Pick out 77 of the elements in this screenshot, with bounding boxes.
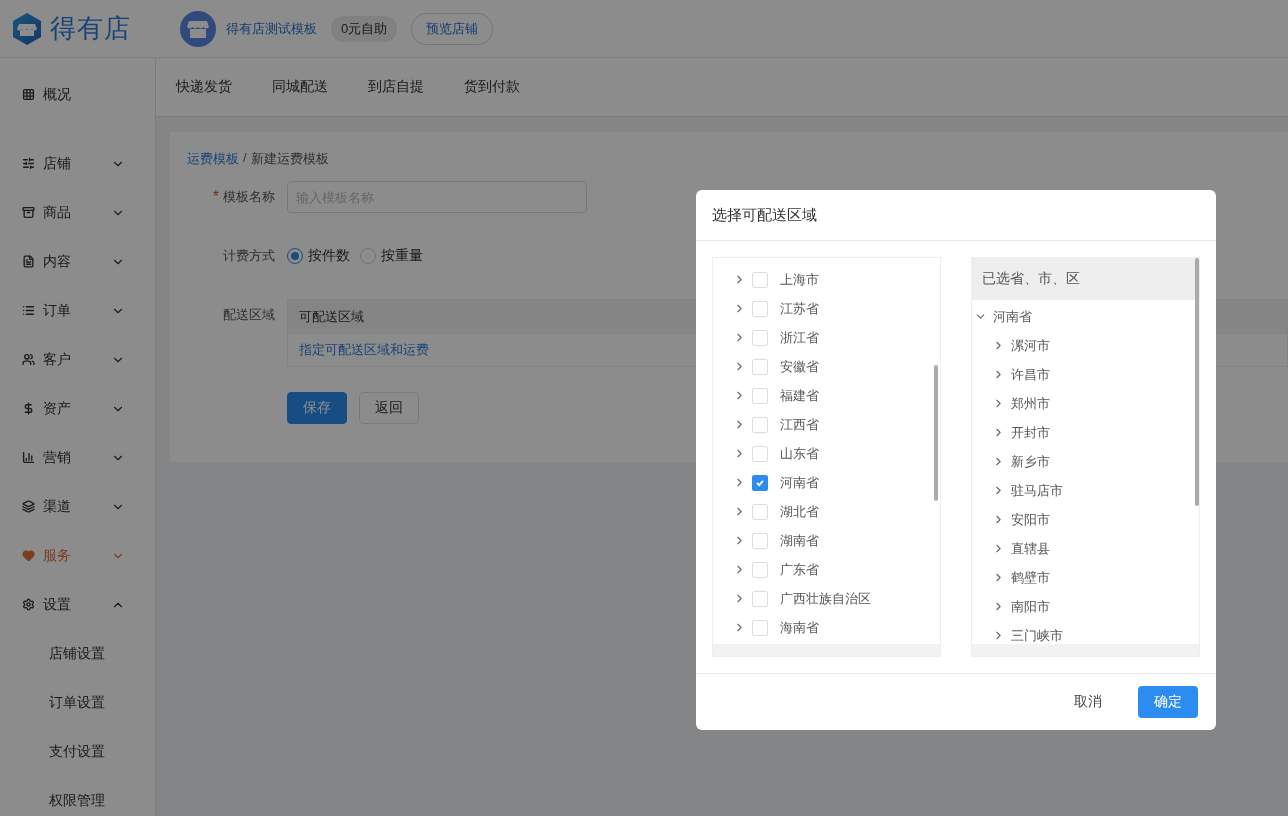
tree-node[interactable]: 漯河市 <box>972 331 1199 360</box>
brand-name: 得有店 <box>50 12 131 45</box>
store-icon <box>187 18 209 39</box>
dollar-icon <box>22 402 35 415</box>
cancel-button[interactable]: 取消 <box>1058 686 1118 718</box>
radio-option[interactable]: 按件数 <box>287 240 350 272</box>
tree-node[interactable]: 鹤壁市 <box>972 563 1199 592</box>
scrollbar-thumb[interactable] <box>934 365 938 501</box>
plan-badge: 0元自助 <box>331 15 398 42</box>
tree-node[interactable]: 开封市 <box>972 418 1199 447</box>
region-item[interactable]: 上海市 <box>713 265 940 294</box>
sidebar-item[interactable]: 内容 <box>0 237 155 286</box>
sidebar-item[interactable]: 订单 <box>0 286 155 335</box>
dialog-title: 选择可配送区域 <box>696 190 1216 241</box>
checkmark-icon <box>755 477 765 488</box>
confirm-button[interactable]: 确定 <box>1138 686 1198 718</box>
bar-chart-icon <box>22 451 35 464</box>
field-label: 计费方式 <box>222 247 276 265</box>
sidebar-item[interactable]: 概况 <box>0 70 155 119</box>
region-item[interactable]: 广东省 <box>713 555 940 584</box>
region-item[interactable]: 湖北省 <box>713 497 940 526</box>
tree-node[interactable]: 许昌市 <box>972 360 1199 389</box>
breadcrumb-separator: / <box>243 150 247 167</box>
tree-node[interactable]: 三门峡市 <box>972 621 1199 644</box>
breadcrumb-current: 新建运费模板 <box>250 150 329 168</box>
region-item[interactable]: 福建省 <box>713 381 940 410</box>
area-link[interactable]: 指定可配送区域和运费 <box>299 341 429 359</box>
tree-node[interactable]: 安阳市 <box>972 505 1199 534</box>
sidebar-item[interactable]: 渠道 <box>0 482 155 531</box>
field-label: 配送区域 <box>222 306 276 324</box>
breadcrumb-link[interactable]: 运费模板 <box>187 150 239 168</box>
region-item[interactable]: 海南省 <box>713 613 940 642</box>
sidebar-item[interactable]: 客户 <box>0 335 155 384</box>
archive-icon <box>22 206 35 219</box>
tab[interactable]: 快递发货 <box>176 78 232 96</box>
sidebar-item[interactable]: 资产 <box>0 384 155 433</box>
sidebar-subitem[interactable]: 订单设置 <box>0 678 155 727</box>
region-item[interactable]: 安徽省 <box>713 352 940 381</box>
region-item[interactable]: 江西省 <box>713 410 940 439</box>
scrollbar-thumb[interactable] <box>1195 258 1199 506</box>
sliders-icon <box>22 157 35 170</box>
tree-node[interactable]: 南阳市 <box>972 592 1199 621</box>
region-item[interactable]: 山东省 <box>713 439 940 468</box>
list-icon <box>22 304 35 317</box>
tab[interactable]: 到店自提 <box>368 78 424 96</box>
heart-icon <box>22 549 35 562</box>
tab[interactable]: 货到付款 <box>464 78 520 96</box>
region-item[interactable]: 湖南省 <box>713 526 940 555</box>
tree-node[interactable]: 新乡市 <box>972 447 1199 476</box>
tree-node[interactable]: 驻马店市 <box>972 476 1199 505</box>
tree-node[interactable]: 河南省 <box>972 302 1199 331</box>
sidebar-subitem[interactable]: 支付设置 <box>0 727 155 776</box>
back-button[interactable]: 返回 <box>359 392 419 424</box>
document-icon <box>22 255 35 268</box>
sidebar-subitem[interactable]: 店铺设置 <box>0 629 155 678</box>
field-label: 模板名称 <box>223 188 275 206</box>
preview-button[interactable]: 预览店铺 <box>411 12 494 45</box>
save-button[interactable]: 保存 <box>287 392 347 424</box>
sidebar-item[interactable]: 营销 <box>0 433 155 482</box>
sidebar-subitem[interactable]: 权限管理 <box>0 776 155 816</box>
region-item[interactable]: 广西壮族自治区 <box>713 584 940 613</box>
radio-option[interactable]: 按重量 <box>360 240 423 272</box>
tree-node[interactable]: 直辖县 <box>972 534 1199 563</box>
logo-icon <box>12 11 42 46</box>
people-icon <box>22 353 35 366</box>
sidebar-item[interactable]: 商品 <box>0 188 155 237</box>
tab[interactable]: 同城配送 <box>272 78 328 96</box>
region-item[interactable]: 河南省 <box>713 468 940 497</box>
tree-node[interactable]: 郑州市 <box>972 389 1199 418</box>
sidebar-item[interactable]: 店铺 <box>0 139 155 188</box>
layers-icon <box>22 500 35 513</box>
sidebar-item[interactable]: 设置 <box>0 580 155 629</box>
required-mark: * <box>212 188 219 206</box>
grid-icon <box>22 88 35 101</box>
shop-name: 得有店测试模板 <box>226 19 317 38</box>
checkbox[interactable] <box>752 474 768 491</box>
settings-icon <box>22 598 35 611</box>
